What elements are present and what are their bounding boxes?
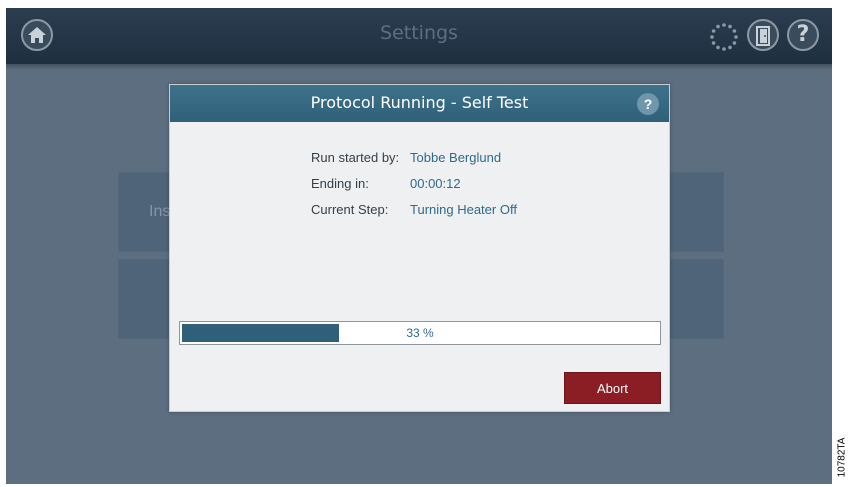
- run-started-by-label: Run started by:: [311, 150, 400, 165]
- current-step-label: Current Step:: [311, 202, 389, 217]
- figure-tag: 10782TA: [836, 437, 848, 481]
- device-screen: Settings ? Ins Protocol Running - Self T…: [6, 8, 832, 484]
- logout-button[interactable]: [747, 19, 779, 51]
- dialog-header: Protocol Running - Self Test ?: [170, 85, 669, 122]
- door-icon: [756, 26, 770, 46]
- help-button[interactable]: ?: [787, 19, 819, 51]
- background-tile-label: Ins: [149, 203, 171, 220]
- dialog-title: Protocol Running - Self Test: [310, 93, 529, 112]
- abort-button[interactable]: Abort: [564, 372, 661, 404]
- top-bar: Settings ?: [6, 8, 832, 64]
- current-step-value: Turning Heater Off: [410, 202, 517, 217]
- spinner-icon: [710, 23, 738, 51]
- topbar-shadow: [6, 64, 832, 70]
- run-started-by-value: Tobbe Berglund: [410, 150, 502, 165]
- ending-in-value: 00:00:12: [410, 176, 461, 191]
- ending-in-label: Ending in:: [311, 176, 369, 191]
- figure-tag-text: 10782TA: [836, 437, 848, 478]
- protocol-running-dialog: Protocol Running - Self Test ? Run start…: [169, 84, 670, 412]
- progress-text: 33 %: [406, 326, 434, 340]
- progress-bar: 33 %: [179, 321, 661, 345]
- dialog-help-button[interactable]: ?: [637, 93, 659, 115]
